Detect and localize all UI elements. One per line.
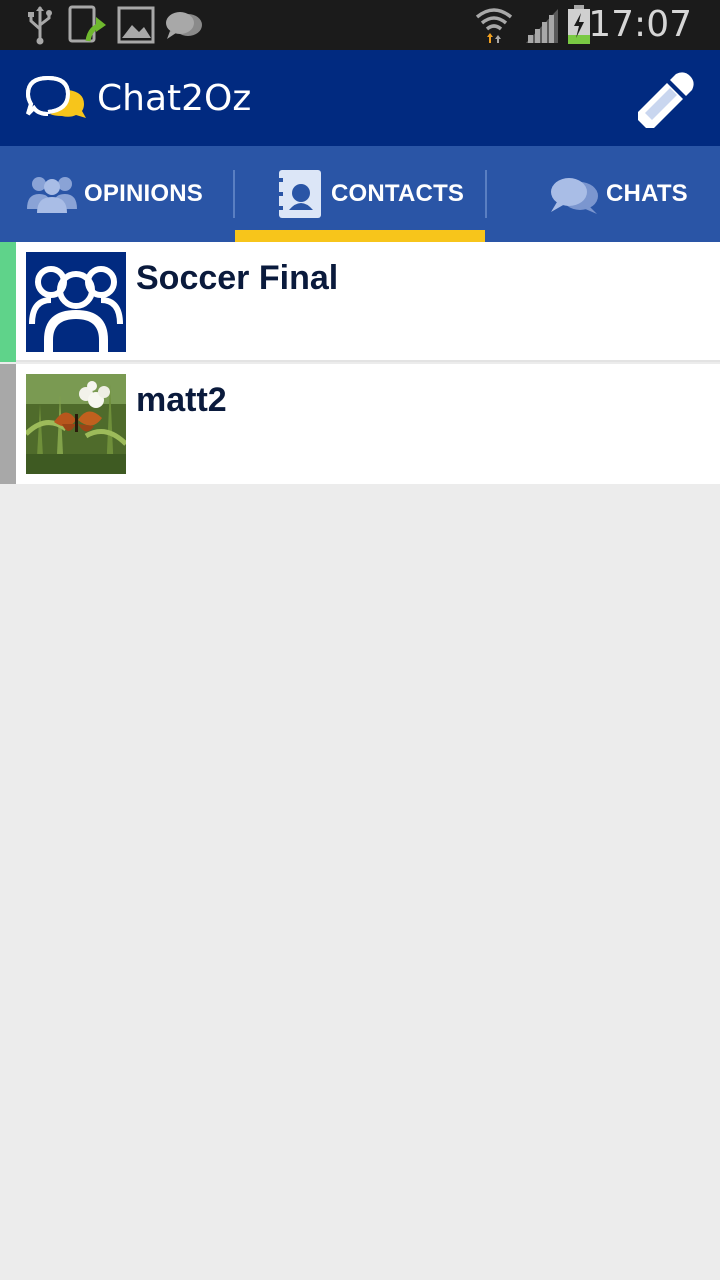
wifi-icon	[475, 8, 513, 43]
divider	[16, 360, 720, 362]
status-bar: 17:07	[0, 0, 720, 50]
people-icon	[27, 177, 77, 213]
tab-chats[interactable]: CHATS	[487, 146, 720, 242]
status-indicator	[0, 242, 16, 362]
tab-chats-label: CHATS	[606, 180, 688, 207]
status-indicator	[0, 364, 16, 484]
chat-bubbles-icon	[551, 178, 598, 214]
status-time: 17:07	[588, 4, 692, 45]
tab-contacts-label: CONTACTS	[331, 180, 465, 207]
tab-opinions-label: OPINIONS	[84, 180, 203, 207]
group-avatar	[26, 252, 126, 352]
photo-avatar	[26, 374, 126, 474]
list-item[interactable]: Soccer Final	[0, 242, 720, 362]
tab-selected-indicator	[235, 230, 485, 242]
contact-name: matt2	[136, 381, 227, 419]
tab-bar: OPINIONS CONTACTS CHATS	[0, 146, 720, 242]
tab-contacts[interactable]: CONTACTS	[235, 146, 485, 242]
tab-opinions[interactable]: OPINIONS	[0, 146, 234, 242]
contact-name: Soccer Final	[136, 259, 339, 297]
screen-share-icon	[68, 5, 106, 43]
signal-icon	[526, 9, 558, 43]
chat-bubbles-logo-icon	[26, 75, 86, 118]
chat-notification-icon	[166, 12, 202, 39]
app-bar: Chat2Oz	[0, 50, 720, 146]
list-item[interactable]: matt2	[0, 364, 720, 484]
address-book-icon	[275, 170, 321, 218]
usb-icon	[28, 6, 52, 45]
gallery-icon	[117, 6, 155, 44]
app-title: Chat2Oz	[97, 78, 252, 119]
pencil-icon[interactable]	[636, 70, 696, 130]
